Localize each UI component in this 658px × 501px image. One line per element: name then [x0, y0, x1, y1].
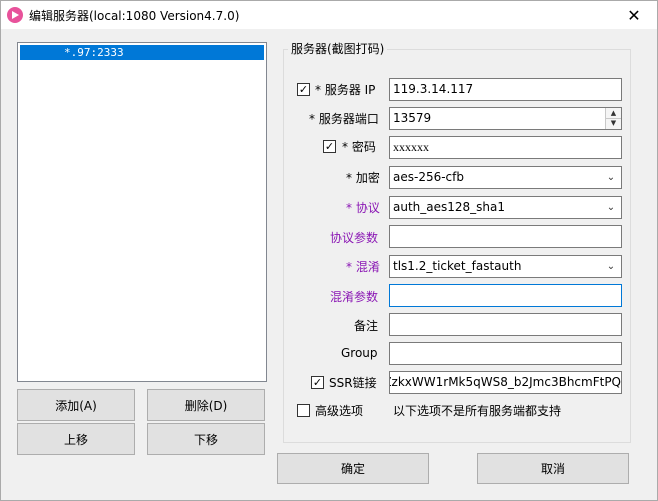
ssr-link-input[interactable]: ZzkxWW1rMk5qWS8_b2Jmc3BhcmFtPQ — [389, 371, 622, 394]
server-list[interactable]: *.97:2333 — [17, 42, 267, 382]
chevron-down-icon[interactable]: ⌄ — [605, 167, 617, 188]
encryption-value: aes-256-cfb — [393, 170, 464, 184]
server-group-title: 服务器(截图打码) — [288, 40, 388, 57]
ssr-link-checkbox[interactable]: ✓ — [311, 376, 324, 389]
password-checkbox[interactable]: ✓ — [323, 140, 336, 153]
window-title: 编辑服务器(local:1080 Version4.7.0) — [29, 9, 240, 23]
title-bar: 编辑服务器(local:1080 Version4.7.0) ✕ — [1, 1, 657, 29]
ok-button[interactable]: 确定 — [277, 453, 429, 484]
protocol-param-input[interactable] — [389, 225, 622, 248]
delete-button[interactable]: 删除(D) — [147, 389, 265, 421]
edit-server-dialog: 编辑服务器(local:1080 Version4.7.0) ✕ *.97:23… — [0, 0, 658, 501]
server-list-item[interactable]: *.97:2333 — [20, 45, 264, 60]
encryption-select[interactable]: aes-256-cfb ⌄ — [389, 166, 622, 189]
protocol-label: * 协议 — [346, 201, 380, 215]
chevron-down-icon[interactable]: ⌄ — [605, 256, 617, 277]
ssr-link-label: SSR链接 — [329, 376, 377, 390]
password-label: * 密码 — [342, 140, 376, 154]
obfs-param-input[interactable] — [389, 284, 622, 307]
add-button[interactable]: 添加(A) — [17, 389, 135, 421]
group-input[interactable] — [389, 342, 622, 365]
protocol-value: auth_aes128_sha1 — [393, 200, 506, 214]
server-ip-checkbox[interactable]: ✓ — [297, 83, 310, 96]
ssr-link-value: ZzkxWW1rMk5qWS8_b2Jmc3BhcmFtPQ — [389, 375, 621, 389]
protocol-select[interactable]: auth_aes128_sha1 ⌄ — [389, 196, 622, 219]
remarks-label: 备注 — [354, 319, 379, 333]
spin-down-icon[interactable]: ▼ — [606, 118, 621, 128]
port-spinner[interactable]: ▲ ▼ — [605, 108, 621, 129]
server-port-value: 13579 — [393, 111, 432, 125]
server-ip-label: * 服务器 IP — [315, 83, 376, 97]
obfs-param-label: 混淆参数 — [330, 290, 379, 304]
protocol-param-label: 协议参数 — [330, 231, 379, 245]
password-input[interactable]: xxxxxx — [389, 136, 622, 159]
obfs-value: tls1.2_ticket_fastauth — [393, 259, 522, 273]
chevron-down-icon[interactable]: ⌄ — [605, 197, 617, 218]
move-down-button[interactable]: 下移 — [147, 423, 265, 455]
app-logo-icon — [7, 7, 23, 23]
encryption-label: * 加密 — [346, 171, 380, 185]
server-ip-input[interactable]: 119.3.14.117 — [389, 78, 622, 101]
group-label: Group — [341, 346, 378, 360]
advanced-note: 以下选项不是所有服务端都支持 — [393, 404, 562, 418]
server-port-input[interactable]: 13579 ▲ ▼ — [389, 107, 622, 130]
cancel-button[interactable]: 取消 — [477, 453, 629, 484]
remarks-input[interactable] — [389, 313, 622, 336]
advanced-options-checkbox[interactable] — [297, 404, 310, 417]
advanced-options-label: 高级选项 — [315, 404, 364, 418]
close-button[interactable]: ✕ — [611, 1, 657, 29]
move-up-button[interactable]: 上移 — [17, 423, 135, 455]
server-port-label: * 服务器端口 — [309, 112, 379, 126]
obfs-select[interactable]: tls1.2_ticket_fastauth ⌄ — [389, 255, 622, 278]
obfs-label: * 混淆 — [346, 260, 380, 274]
